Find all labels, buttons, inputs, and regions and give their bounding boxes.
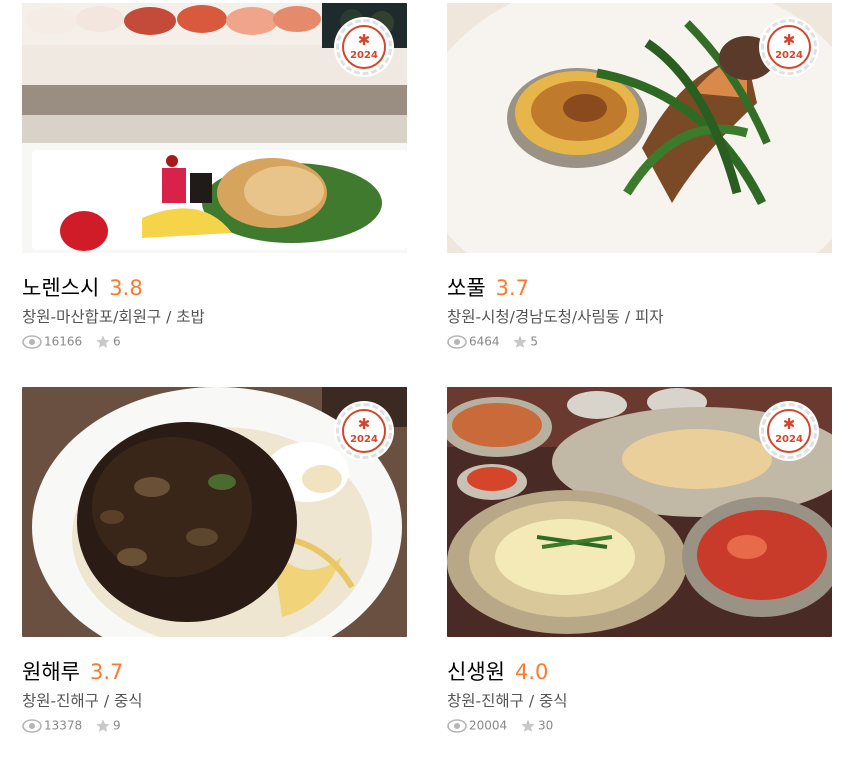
restaurant-name[interactable]: 쏘풀 — [447, 276, 486, 300]
restaurant-region-category: 창원-시청/경남도청/사림동 / 피자 — [447, 308, 664, 326]
restaurant-card: ✱ 2024 노렌스시 3.8 창원-마산합포/회원구 / 초밥 16166 6 — [22, 3, 407, 350]
award-badge: ✱ 2024 — [336, 19, 392, 75]
eye-icon — [447, 334, 467, 349]
star-icon — [521, 719, 535, 732]
restaurant-stats: 20004 30 — [447, 716, 832, 734]
restaurant-name[interactable]: 신생원 — [447, 660, 505, 684]
restaurant-stats: 13378 9 — [22, 716, 407, 734]
restaurant-card: ✱ 2024 쏘풀 3.7 창원-시청/경남도청/사림동 / 피자 6464 5 — [447, 3, 832, 350]
eye-icon — [22, 718, 42, 733]
restaurant-score: 3.8 — [109, 276, 143, 300]
badge-year: 2024 — [775, 434, 803, 445]
asterisk-icon: ✱ — [782, 415, 796, 433]
title-row: 쏘풀 3.7 — [447, 273, 832, 303]
review-count: 5 — [530, 334, 539, 349]
restaurant-photo[interactable]: ✱ 2024 — [22, 3, 407, 253]
title-row: 원해루 3.7 — [22, 657, 407, 687]
restaurant-name[interactable]: 원해루 — [22, 660, 80, 684]
view-count: 13378 — [44, 718, 83, 733]
restaurant-region-category: 창원-진해구 / 중식 — [22, 692, 143, 710]
view-count: 20004 — [469, 718, 508, 733]
restaurant-score: 3.7 — [495, 276, 530, 300]
restaurant-region-category: 창원-진해구 / 중식 — [447, 692, 568, 710]
award-badge: ✱ 2024 — [761, 403, 817, 459]
restaurant-stats: 6464 5 — [447, 332, 832, 350]
restaurant-name[interactable]: 노렌스시 — [22, 276, 99, 300]
award-badge: ✱ 2024 — [336, 403, 392, 459]
eye-icon — [447, 718, 467, 733]
restaurant-photo[interactable]: ✱ 2024 — [447, 3, 832, 253]
asterisk-icon: ✱ — [357, 415, 371, 433]
restaurant-photo[interactable]: ✱ 2024 — [22, 387, 407, 637]
restaurant-card: ✱ 2024 원해루 3.7 창원-진해구 / 중식 13378 9 — [22, 387, 407, 734]
eye-icon — [22, 334, 42, 349]
badge-year: 2024 — [775, 50, 803, 61]
title-row: 신생원 4.0 — [447, 657, 832, 687]
restaurant-photo[interactable]: ✱ 2024 — [447, 387, 832, 637]
view-count: 6464 — [469, 334, 500, 349]
restaurant-score: 3.7 — [89, 660, 124, 684]
badge-year: 2024 — [350, 50, 378, 61]
view-count: 16166 — [44, 334, 83, 349]
asterisk-icon: ✱ — [782, 31, 796, 49]
restaurant-stats: 16166 6 — [22, 332, 407, 350]
review-count: 30 — [538, 718, 554, 733]
restaurant-card: ✱ 2024 신생원 4.0 창원-진해구 / 중식 20004 30 — [447, 387, 832, 734]
asterisk-icon: ✱ — [357, 31, 371, 49]
review-count: 6 — [113, 334, 121, 349]
award-badge: ✱ 2024 — [761, 19, 817, 75]
restaurant-region-category: 창원-마산합포/회원구 / 초밥 — [22, 308, 205, 326]
badge-year: 2024 — [350, 434, 378, 445]
title-row: 노렌스시 3.8 — [22, 273, 407, 303]
review-count: 9 — [113, 718, 121, 733]
star-icon — [96, 335, 110, 348]
restaurant-score: 4.0 — [514, 660, 549, 684]
star-icon — [96, 719, 110, 732]
star-icon — [513, 335, 527, 348]
